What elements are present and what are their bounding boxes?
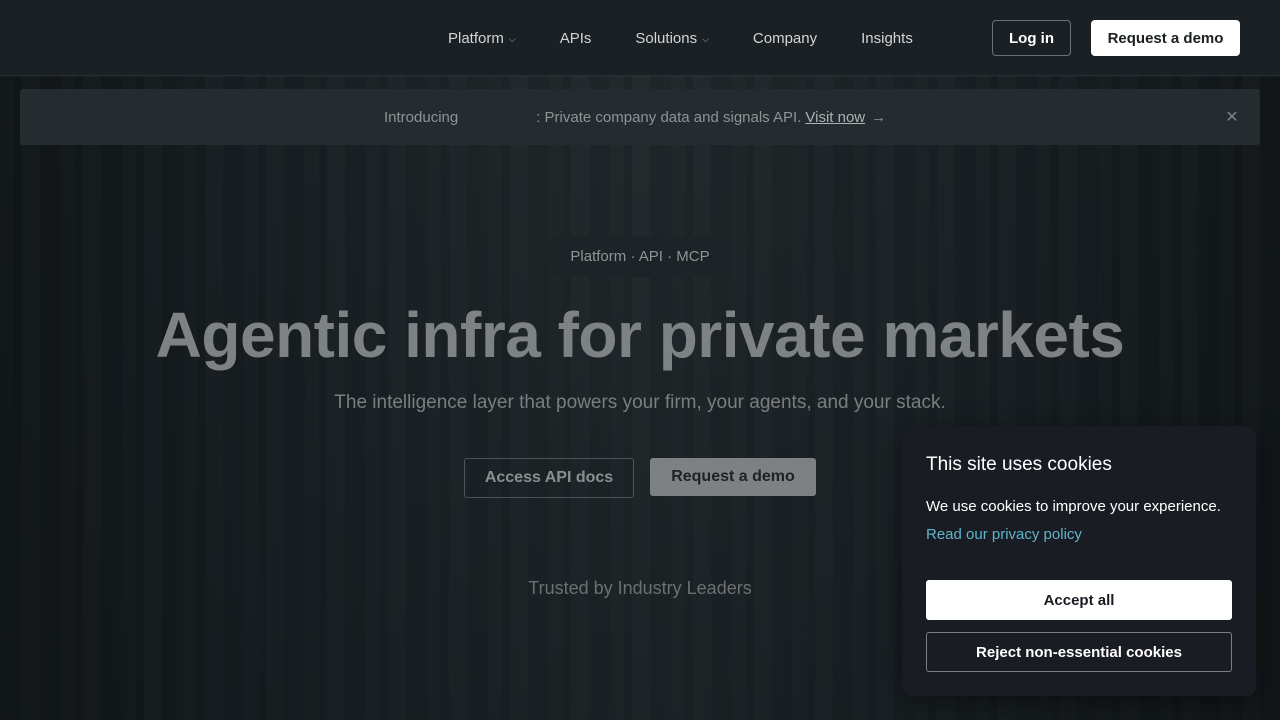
cookie-dialog-text: We use cookies to improve your experienc… [926,498,1221,515]
nav-item-label: Platform [448,29,504,47]
nav-item-platform[interactable]: Platform ⌵ [448,30,516,47]
request-demo-hero-button[interactable]: Request a demo [650,458,816,496]
access-api-docs-button[interactable]: Access API docs [464,458,634,498]
nav-item-label: APIs [559,29,592,47]
privacy-policy-link[interactable]: Read our privacy policy [926,526,1082,543]
nav-item-apis[interactable]: APIs [560,30,592,47]
nav-item-label: Solutions [635,29,698,47]
announcement-message: : Private company data and signals API. [536,108,802,126]
arrow-right-icon: → [871,108,887,126]
accept-all-button[interactable]: Accept all [926,580,1232,620]
close-icon[interactable]: ✕ [1222,107,1242,127]
announcement-bar: Introducing : Private company data and s… [20,89,1260,145]
nav-item-label: Company [752,29,818,47]
login-button[interactable]: Log in [992,20,1071,56]
chevron-down-icon: ⌵ [702,33,709,44]
announcement-prefix: Introducing [384,108,459,126]
nav-item-company[interactable]: Company [753,30,817,47]
visit-now-link[interactable]: Visit now [805,109,865,126]
cookie-dialog: This site uses cookies We use cookies to… [902,426,1256,696]
nav-item-label: Insights [861,29,913,47]
hero-title: Agentic infra for private markets [155,299,1125,371]
cookie-dialog-title: This site uses cookies [926,454,1112,475]
announcement-text: Introducing : Private company data and s… [384,89,886,145]
main-nav: Platform ⌵ APIs Solutions ⌵ Company Insi… [448,0,957,76]
nav-item-solutions[interactable]: Solutions ⌵ [635,30,709,47]
chevron-down-icon: ⌵ [508,33,516,44]
hero-tag-pill: Platform · API · MCP [551,236,729,277]
nav-item-insights[interactable]: Insights [861,30,913,47]
reject-cookies-button[interactable]: Reject non-essential cookies [926,632,1232,672]
site-header: Platform ⌵ APIs Solutions ⌵ Company Insi… [0,0,1280,76]
request-demo-header-button[interactable]: Request a demo [1091,20,1240,56]
hero-subtitle: The intelligence layer that powers your … [334,392,946,413]
